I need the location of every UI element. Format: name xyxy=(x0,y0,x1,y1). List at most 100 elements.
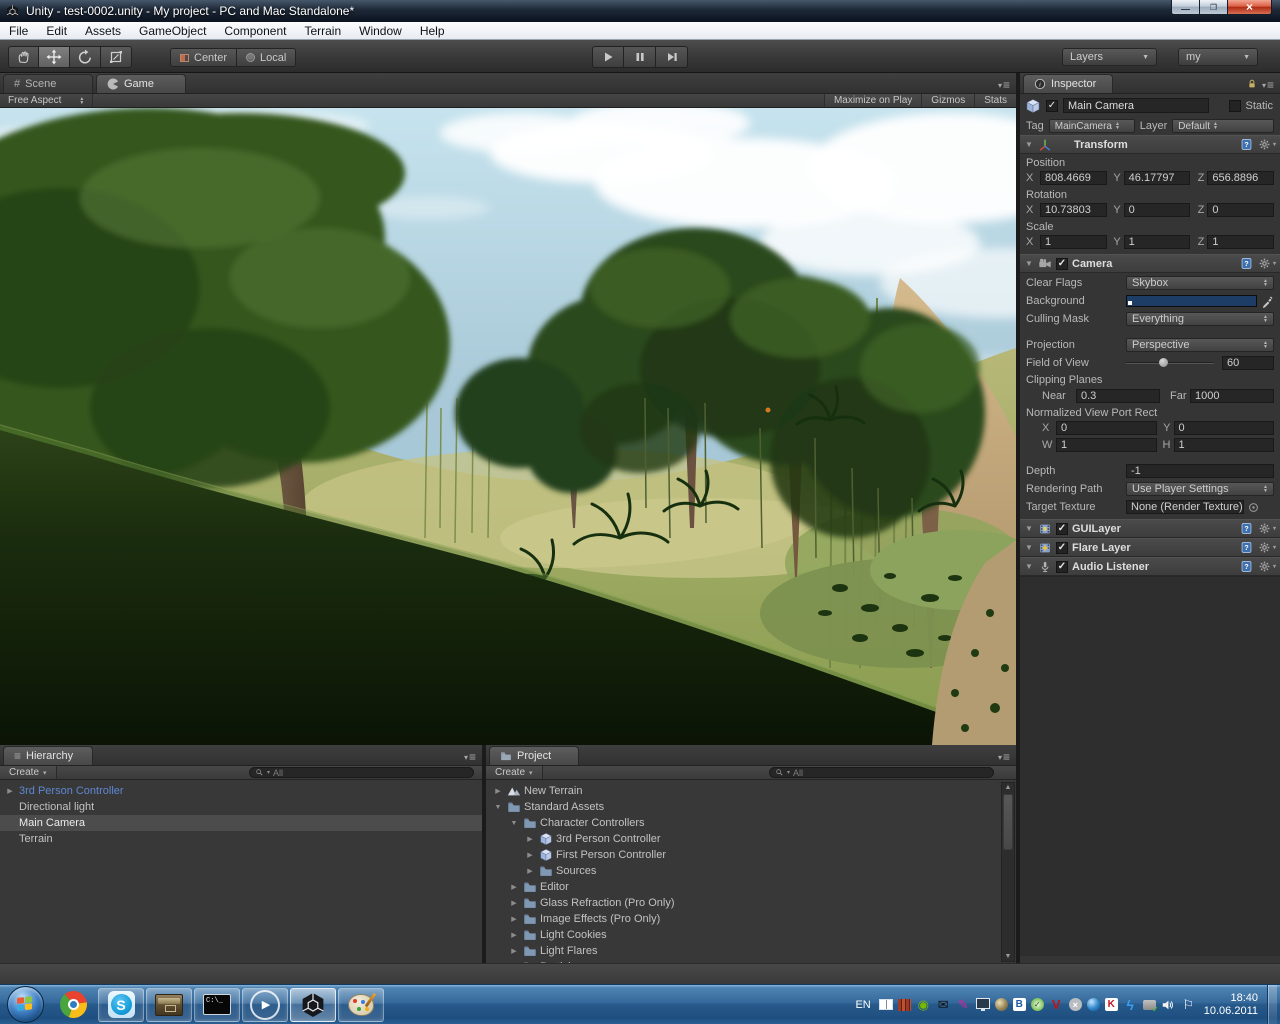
help-icon[interactable] xyxy=(1240,257,1253,270)
gear-icon[interactable] xyxy=(1258,560,1271,573)
unity-taskbar-button[interactable] xyxy=(290,987,336,1022)
foldout-arrow-icon[interactable]: ▶ xyxy=(508,899,520,907)
chrome-taskbar-button[interactable] xyxy=(50,988,96,1022)
scale-x-field[interactable]: 1 xyxy=(1040,235,1107,249)
volume-icon[interactable] xyxy=(1161,997,1176,1012)
help-icon[interactable] xyxy=(1240,522,1253,535)
audio-listener-enabled-checkbox[interactable] xyxy=(1056,560,1068,573)
start-button[interactable] xyxy=(7,986,44,1023)
tray-window-panes-icon[interactable] xyxy=(878,999,893,1010)
play-button[interactable] xyxy=(592,46,624,68)
tray-v-icon[interactable] xyxy=(1049,997,1064,1012)
eyedropper-icon[interactable] xyxy=(1261,295,1274,308)
menu-help[interactable]: Help xyxy=(411,22,454,39)
foldout-arrow-icon[interactable]: ▶ xyxy=(524,867,536,875)
foldout-arrow-icon[interactable]: ▶ xyxy=(492,787,504,795)
static-checkbox[interactable] xyxy=(1229,99,1242,112)
foldout-arrow-icon[interactable]: ▼ xyxy=(1024,524,1034,533)
audio-listener-header[interactable]: ▼ Audio Listener ▾ xyxy=(1020,557,1280,576)
project-item[interactable]: ▶ 3rd Person Controller xyxy=(486,831,1016,847)
panel-menu-icon[interactable] xyxy=(998,78,1010,92)
foldout-arrow-icon[interactable]: ▶ xyxy=(524,835,536,843)
show-desktop-button[interactable] xyxy=(1267,984,1277,1024)
menu-window[interactable]: Window xyxy=(350,22,411,39)
minimize-button[interactable] xyxy=(1171,0,1200,15)
media-player-taskbar-button[interactable] xyxy=(242,987,288,1022)
project-item[interactable]: ▶ New Terrain xyxy=(486,783,1016,799)
fov-value-field[interactable]: 60 xyxy=(1222,356,1274,370)
layers-dropdown[interactable]: Layers ▼ xyxy=(1062,48,1157,66)
guilayer-header[interactable]: ▼ GUILayer ▾ xyxy=(1020,519,1280,538)
camera-header[interactable]: ▼ Camera ▾ xyxy=(1020,254,1280,273)
camera-enabled-checkbox[interactable] xyxy=(1056,257,1068,270)
project-item[interactable]: ▶ Editor xyxy=(486,879,1016,895)
close-button[interactable] xyxy=(1227,0,1272,15)
rotate-tool-button[interactable] xyxy=(70,46,101,68)
rotation-x-field[interactable]: 10.73803 xyxy=(1040,203,1107,217)
move-tool-button[interactable] xyxy=(39,46,70,68)
gear-icon[interactable] xyxy=(1258,541,1271,554)
foldout-arrow-icon[interactable]: ▼ xyxy=(1024,259,1034,268)
gameobject-name-field[interactable]: Main Camera xyxy=(1063,98,1209,113)
tray-usb-icon[interactable] xyxy=(1142,999,1159,1014)
project-item[interactable]: ▶Particles xyxy=(486,959,1016,963)
rendering-path-dropdown[interactable]: Use Player Settings xyxy=(1126,482,1274,496)
hierarchy-search-input[interactable]: ▾ All xyxy=(249,767,474,778)
gear-icon[interactable] xyxy=(1258,522,1271,535)
panel-menu-icon[interactable] xyxy=(464,750,476,764)
tag-dropdown[interactable]: MainCamera xyxy=(1048,119,1135,133)
hierarchy-create-button[interactable]: Create xyxy=(0,766,57,779)
tray-b-icon[interactable] xyxy=(1012,998,1026,1011)
foldout-arrow-icon[interactable]: ▶ xyxy=(524,851,536,859)
pivot-center-button[interactable]: Center xyxy=(170,48,238,67)
gizmos-button[interactable]: Gizmos xyxy=(921,94,975,107)
projection-dropdown[interactable]: Perspective xyxy=(1126,338,1274,352)
position-x-field[interactable]: 808.4669 xyxy=(1040,171,1107,185)
gear-icon[interactable] xyxy=(1258,138,1271,151)
foldout-arrow-icon[interactable]: ▼ xyxy=(492,804,504,811)
object-picker-icon[interactable] xyxy=(1247,501,1260,514)
rotation-y-field[interactable]: 0 xyxy=(1123,203,1191,217)
hierarchy-item-selected[interactable]: Main Camera xyxy=(0,815,482,831)
tray-x-icon[interactable] xyxy=(1068,998,1082,1011)
scale-y-field[interactable]: 1 xyxy=(1123,235,1191,249)
tab-game[interactable]: Game xyxy=(96,74,186,93)
far-field[interactable]: 1000 xyxy=(1190,389,1274,403)
project-item[interactable]: ▼ Character Controllers xyxy=(486,815,1016,831)
project-create-button[interactable]: Create xyxy=(486,766,543,779)
language-indicator[interactable]: EN xyxy=(855,999,870,1011)
scale-tool-button[interactable] xyxy=(101,46,132,68)
help-icon[interactable] xyxy=(1240,138,1253,151)
command-prompt-taskbar-button[interactable] xyxy=(194,987,240,1022)
layer-dropdown[interactable]: Default xyxy=(1172,119,1274,133)
near-field[interactable]: 0.3 xyxy=(1076,389,1160,403)
clock[interactable]: 18:40 10.06.2011 xyxy=(1204,992,1258,1018)
maximize-on-play-button[interactable]: Maximize on Play xyxy=(823,94,922,107)
foldout-arrow-icon[interactable]: ▼ xyxy=(1024,140,1034,149)
tab-hierarchy[interactable]: Hierarchy xyxy=(3,746,93,765)
pivot-local-button[interactable]: Local xyxy=(237,48,297,67)
guilayer-enabled-checkbox[interactable] xyxy=(1056,522,1068,535)
project-item[interactable]: ▶ First Person Controller xyxy=(486,847,1016,863)
menu-file[interactable]: File xyxy=(0,22,37,39)
hierarchy-item[interactable]: Directional light xyxy=(0,799,482,815)
help-icon[interactable] xyxy=(1240,560,1253,573)
menu-edit[interactable]: Edit xyxy=(37,22,76,39)
background-color-swatch[interactable] xyxy=(1126,295,1257,307)
hierarchy-item[interactable]: Terrain xyxy=(0,831,482,847)
flare-layer-enabled-checkbox[interactable] xyxy=(1056,541,1068,554)
tray-nvidia-icon[interactable] xyxy=(916,997,931,1012)
restore-button[interactable] xyxy=(1199,0,1228,15)
foldout-arrow-icon[interactable]: ▶ xyxy=(508,915,520,923)
tray-lightning-icon[interactable] xyxy=(1123,997,1138,1012)
panel-menu-icon[interactable] xyxy=(1262,78,1274,92)
tray-monitor-icon[interactable] xyxy=(975,998,990,1011)
pan-tool-button[interactable] xyxy=(8,46,39,68)
project-item[interactable]: ▶ Light Flares xyxy=(486,943,1016,959)
pause-button[interactable] xyxy=(624,46,656,68)
depth-field[interactable]: -1 xyxy=(1126,464,1274,478)
tab-scene[interactable]: Scene xyxy=(3,74,93,93)
menu-component[interactable]: Component xyxy=(215,22,295,39)
foldout-arrow-icon[interactable]: ▼ xyxy=(1024,543,1034,552)
foldout-arrow-icon[interactable]: ▶ xyxy=(508,947,520,955)
